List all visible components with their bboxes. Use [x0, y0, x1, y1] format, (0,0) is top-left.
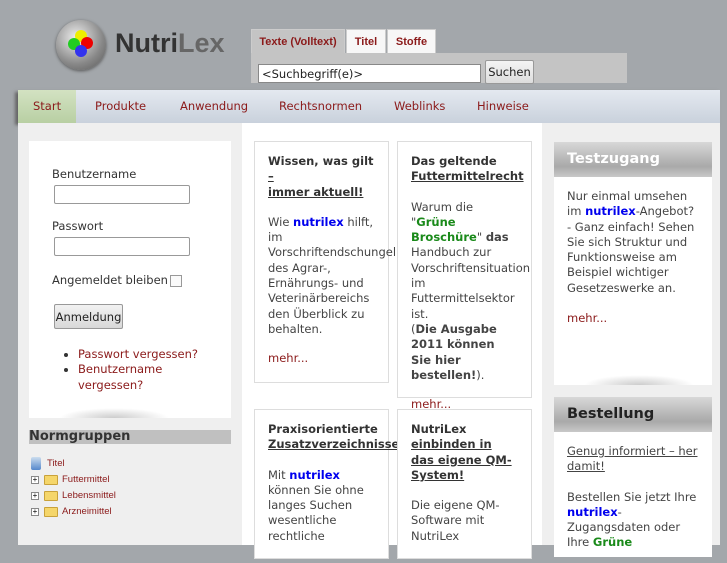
tree-item-label: Lebensmittel [62, 490, 116, 501]
tab-titel[interactable]: Titel [346, 29, 386, 53]
text: Handbuch zur Vorschriftensituation im Fu… [411, 245, 531, 321]
card-futtermittelrecht: Das geltende Futtermittelrecht Warum die … [397, 141, 532, 411]
search-button[interactable]: Suchen [485, 60, 534, 84]
card-title[interactable]: Das geltende Futtermittelrecht [411, 154, 524, 185]
card-title-line1: NutriLex [411, 422, 467, 436]
text: Mit [268, 467, 290, 482]
text: Wie [268, 214, 294, 229]
card-title-line2: einbinden in das eigene QM-System! [411, 437, 512, 482]
username-label: Benutzername [52, 167, 137, 181]
username-input[interactable] [54, 185, 190, 204]
testzugang-box: Testzugang Nur einmal umsehen im nutrile… [554, 142, 712, 385]
nav-start[interactable]: Start [18, 90, 77, 123]
forgot-username-link[interactable]: Benutzername vergessen? [78, 362, 162, 391]
folder-icon [44, 491, 58, 501]
card-zusatzverzeichnisse: Praxisorientierte Zusatzverzeichnisse Mit… [254, 409, 399, 559]
remember-label: Angemeldet bleiben [52, 273, 168, 287]
more-link[interactable]: mehr... [268, 351, 375, 366]
expand-icon[interactable]: + [31, 492, 39, 500]
computer-icon [31, 457, 41, 470]
text: Bestellen Sie jetzt Ihre nutrilex-Zugang… [567, 490, 699, 551]
shadow-decoration [59, 408, 169, 418]
card-title-line1: Wissen, was gilt [268, 154, 374, 168]
card-title-line1: Praxisorientierte [268, 422, 378, 436]
card-title[interactable]: Praxisorientierte Zusatzverzeichnisse [268, 422, 399, 453]
login-button[interactable]: Anmeldung [54, 304, 123, 329]
text: " [476, 230, 486, 245]
brand-part1: Nutri [115, 28, 178, 58]
order-link[interactable]: Genug informiert – her damit! [567, 444, 699, 475]
logo-dot-blue [75, 45, 87, 57]
list-item: Passwort vergessen? [78, 347, 218, 362]
bestellung-heading: Bestellung [554, 397, 712, 432]
remember-checkbox[interactable] [170, 275, 182, 287]
tab-stoffe[interactable]: Stoffe [387, 29, 436, 53]
main-nav: Start Produkte Anwendung Rechtsnormen We… [18, 90, 720, 123]
bestellung-box: Bestellung Genug informiert – her damit!… [554, 397, 712, 557]
more-link[interactable]: mehr... [567, 311, 699, 326]
normgruppen-heading: Normgruppen [29, 430, 231, 444]
forgot-password-link[interactable]: Passwort vergessen? [78, 347, 198, 361]
tree-item[interactable]: + Futtermittel [31, 472, 116, 488]
list-item: Benutzername vergessen? [78, 362, 218, 393]
nav-rechtsnormen[interactable]: Rechtsnormen [279, 90, 362, 123]
card-text: Warum die "Grüne Broschüre" das Handbuch… [411, 200, 530, 384]
folder-icon [44, 475, 58, 485]
login-form: Benutzername Passwort Angemeldet bleiben… [29, 141, 231, 418]
expand-icon[interactable]: + [31, 476, 39, 484]
card-title-line2: Futtermittelrecht [411, 169, 524, 184]
card-title-line1: Das geltende [411, 154, 497, 168]
nav-hinweise[interactable]: Hinweise [477, 90, 529, 123]
testzugang-body: Nur einmal umsehen im nutrilex-Angebot? … [554, 177, 712, 338]
text: Nur einmal umsehen im nutrilex-Angebot? … [567, 189, 699, 296]
normgruppen-tree: Titel + Futtermittel + Lebensmittel + Arzne… [31, 456, 116, 520]
expand-icon[interactable]: + [31, 508, 39, 516]
text: ). [476, 367, 485, 382]
brand-mention: nutrilex [585, 204, 636, 219]
brand-logo[interactable]: NutriLex [115, 28, 225, 59]
card-text: Wie nutrilex hilft, im Vorschriftendschu… [268, 214, 396, 337]
card-title[interactable]: NutriLex einbinden in das eigene QM-Syste… [411, 422, 518, 483]
tree-root[interactable]: Titel [31, 456, 116, 472]
text: hilft, im Vorschriftendschungel des Agra… [268, 214, 397, 336]
card-wissen: Wissen, was gilt – immer aktuell! Wie nutr… [254, 141, 396, 383]
tree-root-label: Titel [47, 458, 65, 469]
tree-item[interactable]: + Lebensmittel [31, 488, 116, 504]
card-text: Die eigene QM-Software mit NutriLex [411, 498, 500, 543]
card-title-line3: immer aktuell! [268, 184, 364, 199]
card-title-line2: Zusatzverzeichnisse [268, 437, 400, 452]
green-link[interactable]: Grüne [593, 535, 632, 549]
brand-part2: Lex [178, 28, 225, 58]
nav-anwendung[interactable]: Anwendung [180, 90, 248, 123]
nav-produkte[interactable]: Produkte [95, 90, 146, 123]
bestellung-body: Genug informiert – her damit! Bestellen … [554, 432, 712, 563]
card-title[interactable]: Wissen, was gilt – immer aktuell! [268, 154, 375, 200]
card-text: Mit nutrilex können Sie ohne langes Such… [268, 468, 375, 544]
brand-mention: nutrilex [289, 467, 340, 482]
tree-item-label: Futtermittel [62, 474, 110, 485]
brand-mention: nutrilex [293, 214, 344, 229]
tree-item[interactable]: + Arzneimittel [31, 504, 116, 520]
login-links: Passwort vergessen? Benutzername vergess… [78, 347, 218, 393]
green-brochure-link[interactable]: Grüne Broschüre [411, 215, 477, 244]
testzugang-heading: Testzugang [554, 142, 712, 177]
folder-icon [44, 507, 58, 517]
text: können Sie ohne langes Suchen wesentlich… [268, 482, 364, 543]
nav-weblinks[interactable]: Weblinks [394, 90, 445, 123]
logo-icon [56, 20, 106, 70]
text: das [485, 230, 509, 245]
card-title-line2: – [268, 169, 274, 184]
card-qm-system: NutriLex einbinden in das eigene QM-Syste… [397, 409, 532, 559]
password-label: Passwort [52, 219, 104, 233]
text: Bestellen Sie jetzt Ihre [567, 489, 697, 504]
shadow-decoration [584, 375, 694, 385]
password-input[interactable] [54, 237, 190, 256]
tree-item-label: Arzneimittel [62, 506, 112, 517]
search-input[interactable] [258, 64, 481, 83]
tab-volltext[interactable]: Texte (Volltext) [251, 29, 345, 53]
brand-mention: nutrilex [567, 504, 618, 519]
